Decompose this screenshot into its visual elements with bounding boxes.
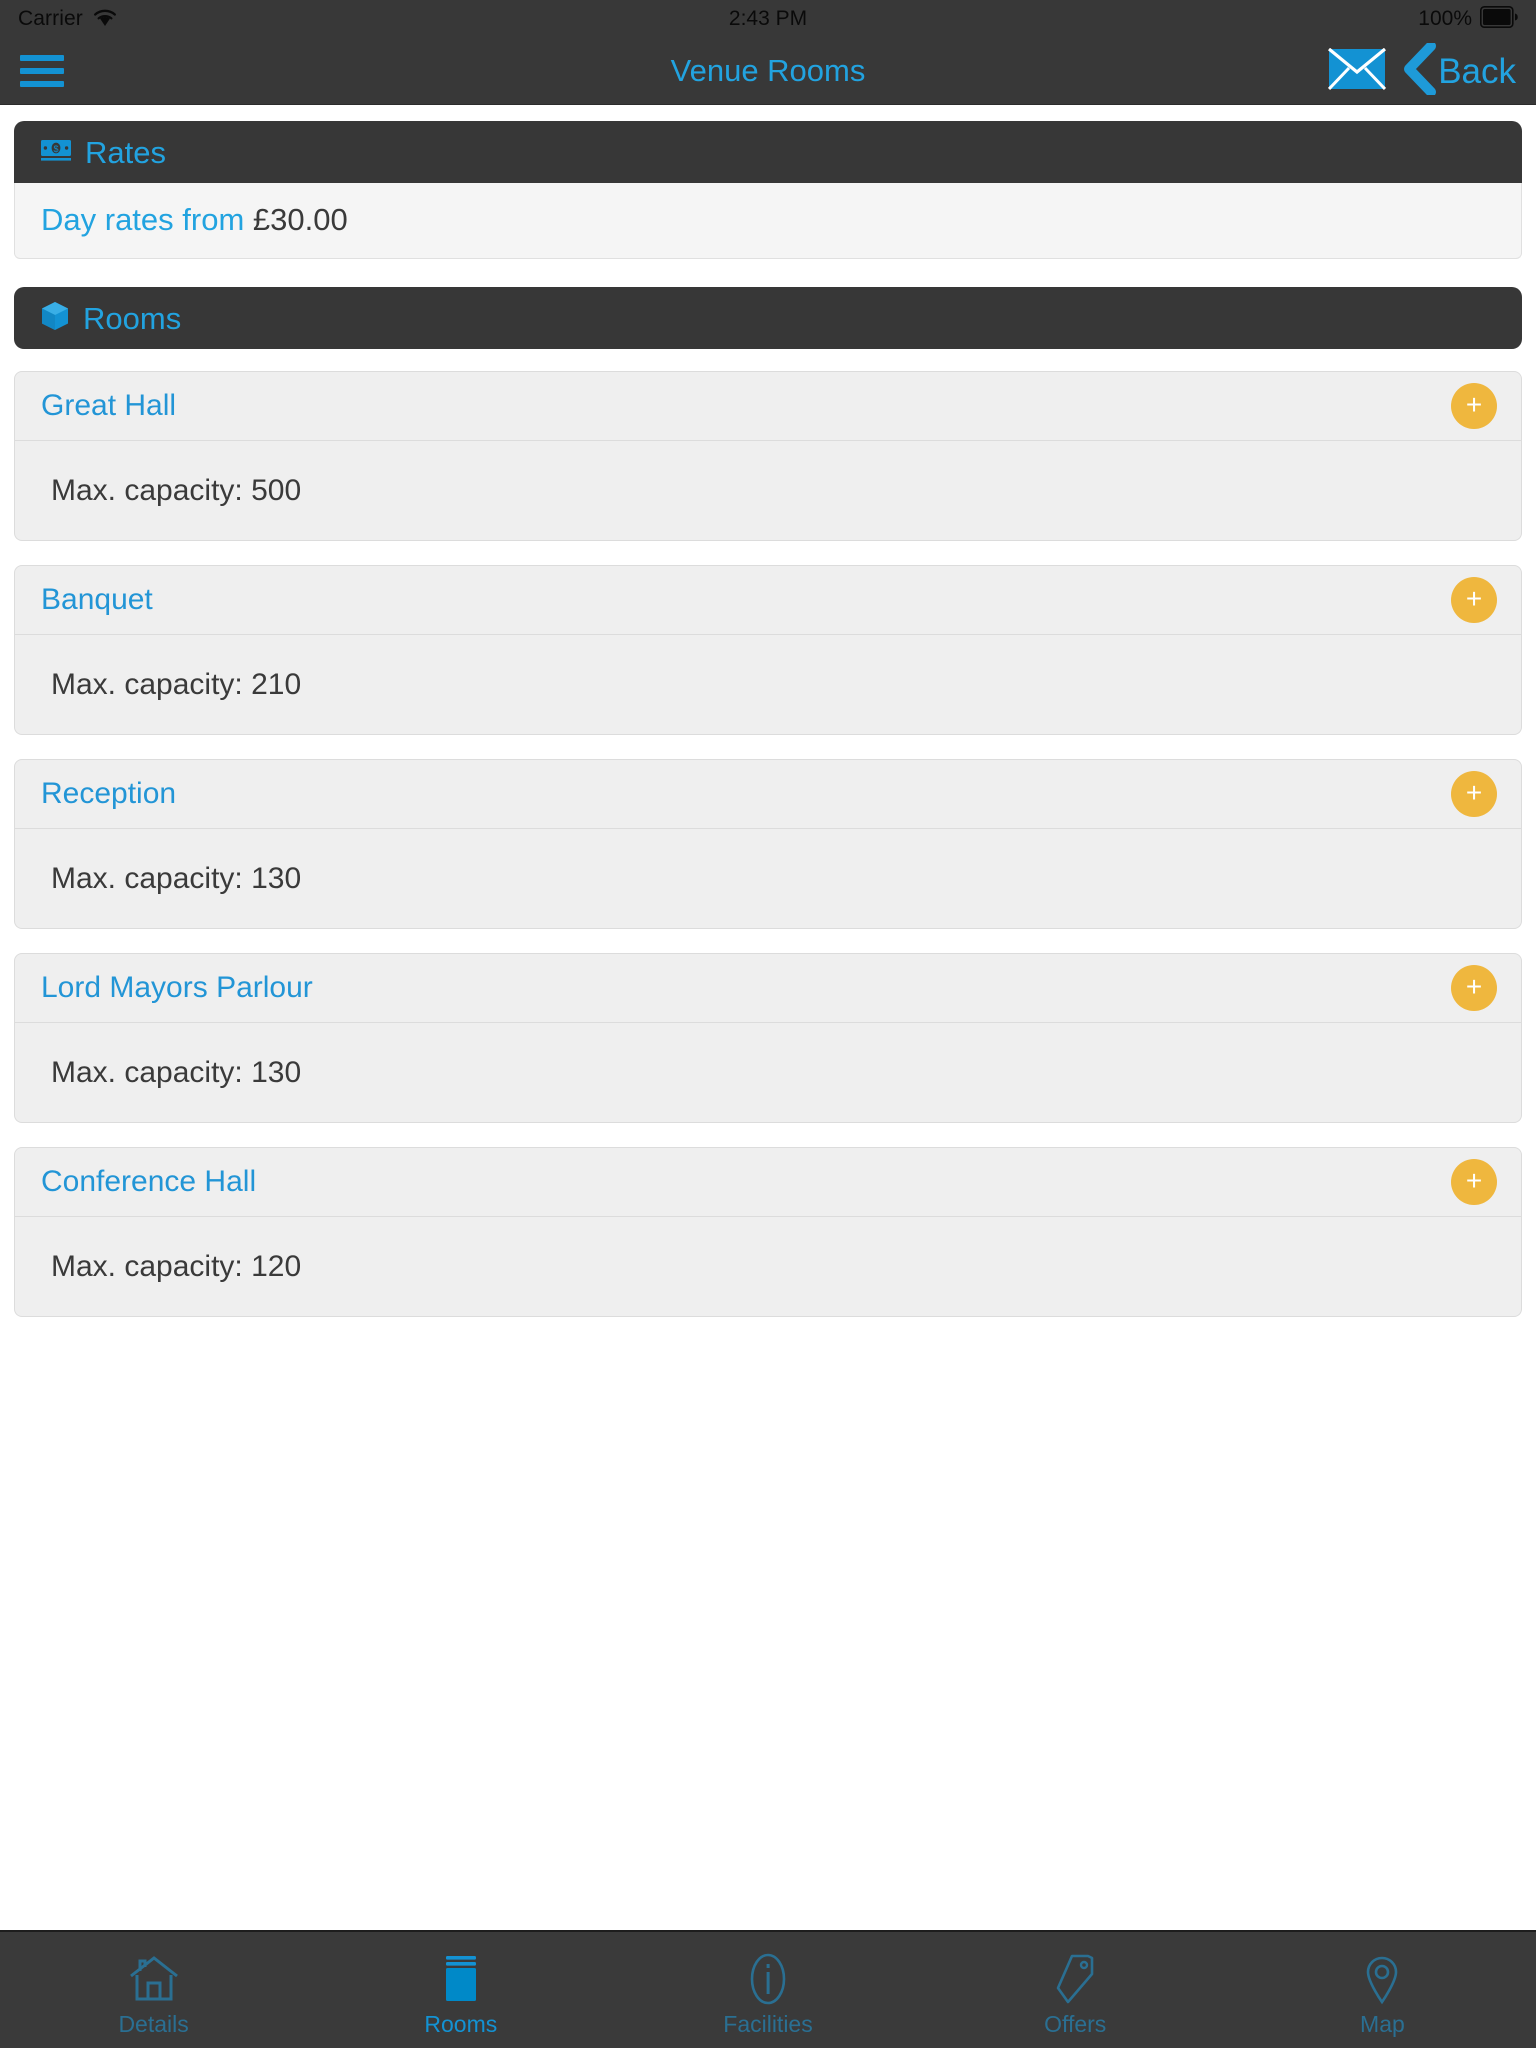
bed-icon	[434, 1950, 488, 2008]
room-card: Great Hall + Max. capacity: 500	[14, 371, 1522, 542]
back-chevron-icon	[1402, 40, 1437, 100]
plus-icon: +	[1465, 583, 1483, 615]
cube-box-icon	[40, 300, 70, 337]
back-button[interactable]: Back	[1402, 40, 1516, 100]
hamburger-bar	[20, 55, 64, 61]
info-circle-icon	[741, 1950, 795, 2008]
tab-details[interactable]: Details	[0, 1932, 307, 2048]
money-banknote-icon: $	[40, 138, 72, 167]
room-card-body: Max. capacity: 120	[14, 1217, 1522, 1318]
rates-section-body: Day rates from £30.00	[14, 183, 1522, 260]
tab-map-label: Map	[1360, 2011, 1405, 2037]
tab-rooms[interactable]: Rooms	[307, 1932, 614, 2048]
tab-facilities-label: Facilities	[723, 2011, 813, 2037]
tab-map[interactable]: Map	[1229, 1932, 1536, 2048]
room-card-header[interactable]: Banquet +	[14, 565, 1522, 636]
status-bar: Carrier 2:43 PM 100%	[0, 0, 1536, 38]
hamburger-bar	[20, 81, 64, 87]
room-capacity: Max. capacity: 120	[51, 1249, 302, 1283]
room-card: Conference Hall + Max. capacity: 120	[14, 1147, 1522, 1318]
rooms-section: Rooms Great Hall + Max. capacity: 500 Ba…	[14, 287, 1522, 1318]
room-card-header[interactable]: Lord Mayors Parlour +	[14, 953, 1522, 1024]
svg-text:$: $	[53, 144, 58, 154]
tab-offers[interactable]: Offers	[922, 1932, 1229, 2048]
hamburger-menu-icon[interactable]	[20, 55, 64, 87]
room-capacity: Max. capacity: 500	[51, 473, 302, 507]
rooms-section-title: Rooms	[83, 300, 182, 336]
plus-icon: +	[1465, 777, 1483, 809]
day-rates-label: Day rates from	[41, 202, 245, 237]
room-card: Lord Mayors Parlour + Max. capacity: 130	[14, 953, 1522, 1124]
rooms-list: Great Hall + Max. capacity: 500 Banquet …	[14, 371, 1522, 1318]
day-rates-value: £30.00	[252, 202, 348, 237]
room-card-header[interactable]: Reception +	[14, 759, 1522, 830]
navigation-bar: Venue Rooms Back	[0, 38, 1536, 105]
room-name: Conference Hall	[41, 1165, 257, 1199]
room-name: Great Hall	[41, 389, 177, 423]
status-time: 2:43 PM	[728, 7, 808, 30]
room-card-header[interactable]: Great Hall +	[14, 371, 1522, 442]
room-card-header[interactable]: Conference Hall +	[14, 1147, 1522, 1218]
app-screen: Carrier 2:43 PM 100% Venue Rooms Back $ …	[0, 0, 1536, 2048]
room-card-body: Max. capacity: 130	[14, 829, 1522, 930]
main-content: $ Rates Day rates from £30.00 Rooms Grea…	[0, 105, 1536, 1930]
room-card-body: Max. capacity: 500	[14, 441, 1522, 542]
add-room-button[interactable]: +	[1451, 383, 1497, 430]
day-rates-row: Day rates from £30.00	[41, 201, 1495, 238]
battery-percent-label: 100%	[1418, 7, 1472, 30]
add-room-button[interactable]: +	[1451, 965, 1497, 1012]
room-capacity: Max. capacity: 210	[51, 667, 302, 701]
tab-facilities[interactable]: Facilities	[614, 1932, 921, 2048]
hamburger-bar	[20, 68, 64, 74]
room-capacity: Max. capacity: 130	[51, 861, 302, 895]
room-name: Lord Mayors Parlour	[41, 971, 313, 1005]
add-room-button[interactable]: +	[1451, 771, 1497, 818]
navigation-bar-actions: Back	[1328, 40, 1516, 100]
plus-icon: +	[1465, 1165, 1483, 1197]
status-bar-left: Carrier	[18, 7, 118, 32]
room-card-body: Max. capacity: 210	[14, 635, 1522, 736]
room-card: Reception + Max. capacity: 130	[14, 759, 1522, 930]
status-bar-right: 100%	[1418, 5, 1518, 33]
house-icon	[127, 1950, 181, 2008]
wifi-icon	[92, 7, 118, 32]
battery-icon	[1480, 5, 1518, 33]
tag-icon	[1048, 1950, 1102, 2008]
add-room-button[interactable]: +	[1451, 577, 1497, 624]
room-card-body: Max. capacity: 130	[14, 1023, 1522, 1124]
plus-icon: +	[1465, 389, 1483, 421]
envelope-icon[interactable]	[1328, 47, 1387, 95]
room-capacity: Max. capacity: 130	[51, 1055, 302, 1089]
map-pin-icon	[1355, 1950, 1409, 2008]
page-title: Venue Rooms	[670, 53, 866, 88]
rates-section-title: Rates	[85, 134, 166, 170]
tab-offers-label: Offers	[1044, 2011, 1107, 2037]
add-room-button[interactable]: +	[1451, 1159, 1497, 1206]
room-card: Banquet + Max. capacity: 210	[14, 565, 1522, 736]
rates-section-header: $ Rates	[14, 121, 1522, 183]
back-button-label: Back	[1438, 51, 1516, 91]
plus-icon: +	[1465, 971, 1483, 1003]
bottom-tab-bar: Details Rooms Facilities Offers Map	[0, 1930, 1536, 2048]
room-name: Banquet	[41, 583, 153, 617]
room-name: Reception	[41, 777, 177, 811]
rates-section: $ Rates Day rates from £30.00	[14, 121, 1522, 260]
carrier-label: Carrier	[18, 7, 83, 30]
tab-details-label: Details	[118, 2011, 189, 2037]
tab-rooms-label: Rooms	[424, 2011, 498, 2037]
rooms-section-header: Rooms	[14, 287, 1522, 350]
